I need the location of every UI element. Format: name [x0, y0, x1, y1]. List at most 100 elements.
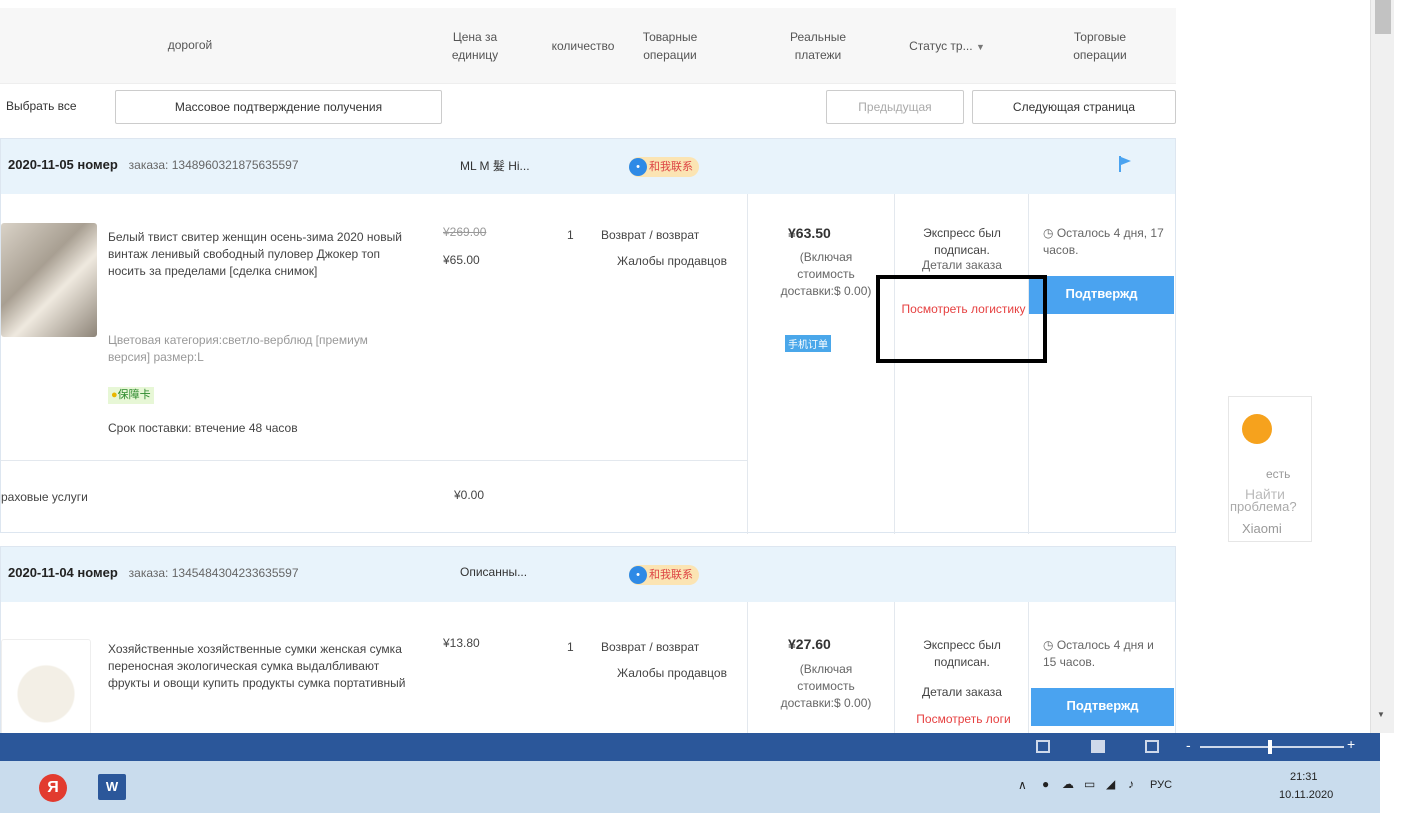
payment-amount: ¥63.50 — [788, 225, 831, 241]
complaint-link[interactable]: Жалобы продавцов — [616, 665, 728, 682]
order-details-link[interactable]: Детали заказа — [901, 257, 1023, 274]
view-logistics-link[interactable]: Посмотреть логи — [896, 711, 1031, 728]
mobile-order-tag: 手机订单 — [785, 335, 831, 352]
zoom-slider-thumb[interactable] — [1268, 740, 1272, 754]
guarantee-icon: ● — [111, 389, 118, 401]
contact-seller-label: 和我联系 — [649, 569, 693, 581]
quantity: 1 — [567, 228, 574, 242]
screen-edge — [1380, 733, 1421, 813]
time-remaining-label: Осталось 4 дня и 15 часов. — [1043, 638, 1154, 669]
confirm-receipt-button[interactable]: Подтвержд — [1029, 276, 1174, 314]
clock-time[interactable]: 21:31 — [1290, 771, 1318, 783]
time-remaining: ◷ Осталось 4 дня, 17 часов. — [1043, 225, 1165, 259]
order-number: заказа: 1348960321875635597 — [128, 158, 299, 172]
help-widget-line4: Xiaomi — [1242, 521, 1282, 536]
volume-icon[interactable]: ♪ — [1128, 777, 1134, 791]
col-header-status[interactable]: Статус тр... ▼ — [902, 37, 992, 56]
shipping-status: Экспресс был подписан. — [923, 638, 1001, 669]
product-image[interactable] — [1, 639, 91, 733]
yandex-browser-icon[interactable]: Я — [39, 774, 67, 802]
confirm-receipt-button[interactable]: Подтвержд — [1031, 688, 1174, 726]
order-header: 2020-11-04 номер заказа: 134548430423363… — [1, 547, 1175, 602]
order-details-link[interactable]: Детали заказа — [901, 684, 1023, 701]
clock-date[interactable]: 10.11.2020 — [1279, 789, 1333, 801]
complaint-link[interactable]: Жалобы продавцов — [616, 253, 728, 270]
order-date-label: 2020-11-04 номер — [8, 565, 118, 580]
quantity: 1 — [567, 640, 574, 654]
guarantee-label: 保障卡 — [117, 389, 151, 401]
col-header-goods-ops: Товарные операции — [642, 30, 698, 62]
seller-name[interactable]: Описанны... — [460, 565, 527, 579]
cloud-icon[interactable]: ☁ — [1062, 777, 1074, 791]
order-date: 2020-11-04 номер заказа: 134548430423363… — [8, 565, 299, 580]
col-header-status-label: Статус тр... — [909, 39, 973, 53]
read-mode-icon[interactable] — [1036, 740, 1050, 753]
vertical-scrollbar[interactable]: ▼ — [1370, 0, 1394, 733]
col-header-unit-price: Цена за единицу — [451, 30, 499, 62]
microphone-icon[interactable]: ● — [1042, 777, 1049, 791]
next-page-button[interactable]: Следующая страница — [972, 90, 1176, 124]
payment-note: (Включая стоимость доставки:$ 0.00) — [780, 662, 872, 710]
divider — [894, 194, 895, 534]
network-icon[interactable]: ◢ — [1106, 777, 1115, 791]
help-widget-line1: есть — [1266, 467, 1291, 481]
divider — [894, 602, 895, 733]
order-header: 2020-11-05 номер заказа: 134896032187563… — [1, 139, 1175, 194]
time-remaining: ◷ Осталось 4 дня и 15 часов. — [1043, 637, 1165, 671]
contact-seller-label: 和我联系 — [649, 161, 693, 173]
select-all-checkbox[interactable]: Выбрать все — [6, 98, 77, 115]
word-status-bar: - + — [0, 733, 1380, 761]
highlight-annotation — [876, 275, 1047, 363]
zoom-slider[interactable] — [1200, 746, 1344, 748]
col-header-payments: Реальные платежи — [789, 30, 846, 62]
payment-note: (Включая стоимость доставки:$ 0.00) — [780, 250, 872, 298]
help-widget-line3: проблема? — [1230, 499, 1297, 514]
time-remaining-label: Осталось 4 дня, 17 часов. — [1043, 226, 1164, 257]
order-card: 2020-11-04 номер заказа: 134548430423363… — [0, 546, 1176, 733]
print-layout-icon[interactable] — [1091, 740, 1105, 753]
divider — [1028, 194, 1029, 534]
order-list-page: дорогой Цена за единицу количество Товар… — [0, 0, 1421, 733]
order-number: заказа: 1345484304233635597 — [128, 566, 299, 580]
windows-taskbar: Я W ∧ ● ☁ ▭ ◢ ♪ РУС 21:31 10.11.2020 — [0, 761, 1380, 813]
language-indicator[interactable]: РУС — [1150, 779, 1172, 791]
order-date-label: 2020-11-05 номер — [8, 157, 118, 172]
divider — [1, 460, 747, 461]
zoom-in-icon[interactable]: + — [1347, 736, 1355, 752]
bulk-confirm-button[interactable]: Массовое подтверждение получения — [115, 90, 442, 124]
contact-seller-badge[interactable]: • 和我联系 — [629, 565, 699, 585]
tray-chevron-icon[interactable]: ∧ — [1018, 778, 1027, 792]
clock-icon: ◷ — [1043, 226, 1054, 240]
product-title[interactable]: Хозяйственные хозяйственные сумки женска… — [108, 641, 418, 692]
list-toolbar: Выбрать все Массовое подтверждение получ… — [0, 84, 1176, 130]
chat-icon: • — [629, 566, 647, 584]
return-link[interactable]: Возврат / возврат — [601, 227, 751, 244]
prev-page-button[interactable]: Предыдущая — [826, 90, 964, 124]
scroll-down-icon[interactable]: ▼ — [1377, 710, 1385, 719]
col-header-product: дорогой — [167, 38, 213, 52]
product-image[interactable] — [1, 223, 97, 337]
guarantee-badge: ●保障卡 — [108, 387, 154, 404]
battery-icon[interactable]: ▭ — [1084, 777, 1095, 791]
flag-icon[interactable] — [1118, 155, 1132, 173]
unit-price: ¥13.80 — [443, 636, 480, 650]
seller-name[interactable]: ML M 髮 Hi... — [460, 157, 530, 174]
scrollbar-thumb[interactable] — [1375, 0, 1391, 34]
contact-seller-badge[interactable]: • 和我联系 — [629, 157, 699, 177]
web-layout-icon[interactable] — [1145, 740, 1159, 753]
divider — [747, 194, 748, 534]
table-header: дорогой Цена за единицу количество Товар… — [0, 8, 1176, 84]
delivery-time: Срок поставки: втечение 48 часов — [108, 421, 298, 435]
word-app-icon[interactable]: W — [98, 774, 126, 800]
product-variant: Цветовая категория:светло-верблюд [преми… — [108, 333, 368, 364]
return-link[interactable]: Возврат / возврат — [601, 639, 751, 656]
zoom-out-icon[interactable]: - — [1186, 737, 1191, 753]
product-title[interactable]: Белый твист свитер женщин осень-зима 202… — [108, 229, 418, 280]
clock-icon: ◷ — [1043, 638, 1054, 652]
unit-price: ¥65.00 — [443, 253, 480, 267]
mascot-icon — [1242, 414, 1272, 444]
insurance-price: ¥0.00 — [454, 488, 485, 502]
original-price: ¥269.00 — [443, 225, 487, 239]
shipping-status: Экспресс был подписан. — [923, 226, 1001, 257]
payment-amount: ¥27.60 — [788, 636, 831, 652]
